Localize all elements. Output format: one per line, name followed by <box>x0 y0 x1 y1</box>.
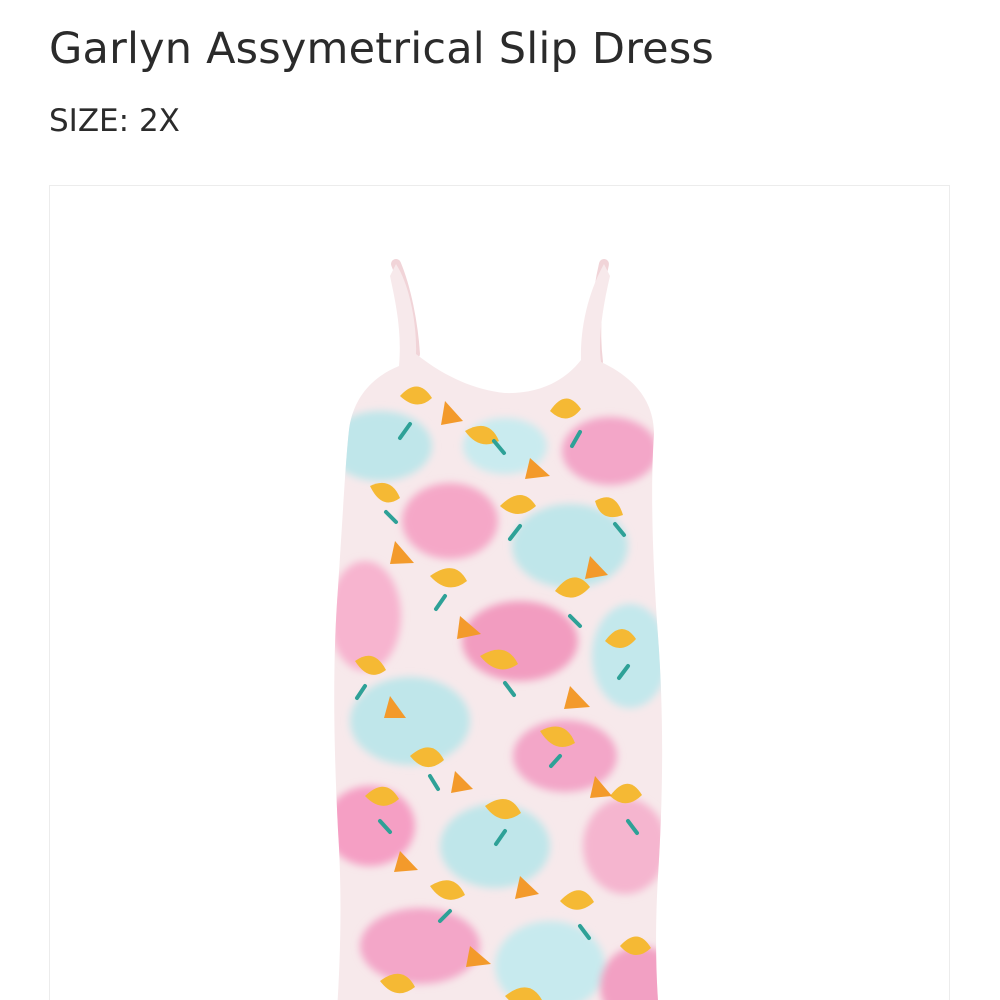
product-size: SIZE: 2X <box>49 103 180 139</box>
product-image-frame <box>49 185 950 1000</box>
dress-photo <box>334 259 663 1000</box>
product-title: Garlyn Assymetrical Slip Dress <box>49 24 715 74</box>
dress-body <box>334 264 663 1000</box>
product-page: Garlyn Assymetrical Slip Dress SIZE: 2X <box>0 0 1000 1000</box>
